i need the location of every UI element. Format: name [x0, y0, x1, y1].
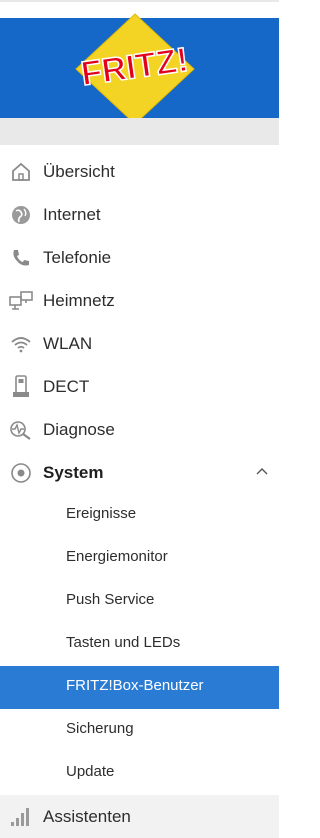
subnav-label: Tasten und LEDs: [66, 634, 181, 651]
diagnose-icon: [9, 418, 33, 442]
nav-item-assistenten[interactable]: Assistenten: [0, 795, 279, 838]
nav-label: DECT: [43, 376, 90, 396]
nav-item-uebersicht[interactable]: Übersicht: [0, 150, 279, 193]
home-icon: [9, 160, 33, 184]
subnav-label: Sicherung: [66, 720, 134, 737]
subnav-item-sicherung[interactable]: Sicherung: [0, 709, 279, 752]
subnav-item-fritzbox-benutzer[interactable]: FRITZ!Box-Benutzer: [0, 666, 279, 709]
nav-item-wlan[interactable]: WLAN: [0, 322, 279, 365]
subnav-item-tasten-und-leds[interactable]: Tasten und LEDs: [0, 623, 279, 666]
nav-item-system[interactable]: System: [0, 451, 279, 494]
network-icon: [9, 289, 33, 313]
nav-label: Heimnetz: [43, 290, 115, 310]
top-border: [0, 0, 279, 2]
nav-label: WLAN: [43, 333, 93, 353]
subnav-label: Ereignisse: [66, 505, 137, 522]
nav-label: Internet: [43, 204, 101, 224]
wifi-icon: [9, 332, 33, 356]
subnav-item-ereignisse[interactable]: Ereignisse: [0, 494, 279, 537]
nav-item-internet[interactable]: Internet: [0, 193, 279, 236]
nav-label: System: [43, 462, 104, 482]
fritz-logo[interactable]: FRITZ!: [72, 10, 198, 128]
fritz-logo-icon: FRITZ!: [75, 13, 195, 125]
sidebar-nav: Übersicht Internet Telefonie Heimnetz WL…: [0, 150, 279, 838]
subnav-label: Energiemonitor: [66, 548, 168, 565]
nav-item-dect[interactable]: DECT: [0, 365, 279, 408]
subnav-label: Update: [66, 763, 115, 780]
subnav-label: FRITZ!Box-Benutzer: [66, 677, 204, 694]
nav-item-telefonie[interactable]: Telefonie: [0, 236, 279, 279]
header-under-bar: [0, 118, 279, 145]
subnav-label: Push Service: [66, 591, 155, 608]
globe-icon: [9, 203, 33, 227]
subnav-item-energiemonitor[interactable]: Energiemonitor: [0, 537, 279, 580]
nav-label: Telefonie: [43, 247, 112, 267]
chevron-up-icon[interactable]: [256, 465, 268, 477]
nav-label: Assistenten: [43, 806, 131, 826]
signal-bars-icon: [9, 805, 33, 829]
nav-label: Übersicht: [43, 161, 115, 181]
nav-item-heimnetz[interactable]: Heimnetz: [0, 279, 279, 322]
system-icon: [9, 461, 33, 485]
subnav-item-push-service[interactable]: Push Service: [0, 580, 279, 623]
nav-label: Diagnose: [43, 419, 115, 439]
dect-phone-icon: [9, 374, 33, 399]
subnav-item-update[interactable]: Update: [0, 752, 279, 795]
phone-icon: [9, 246, 33, 270]
nav-item-diagnose[interactable]: Diagnose: [0, 408, 279, 451]
header-brand-area: FRITZ!: [0, 13, 279, 125]
